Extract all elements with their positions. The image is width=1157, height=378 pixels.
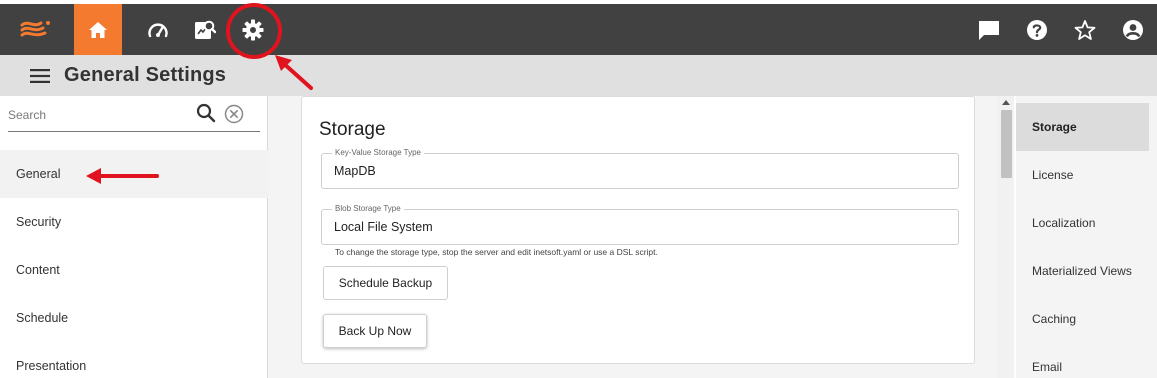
search-icon[interactable] — [195, 102, 217, 124]
page-title: General Settings — [64, 64, 227, 86]
field-value: Local File System — [334, 220, 433, 234]
sidebar-item-label: Schedule — [16, 311, 69, 325]
scroll-thumb[interactable] — [1001, 110, 1012, 178]
scrollbar[interactable] — [998, 96, 1014, 378]
blob-storage-field[interactable]: Blob Storage Type Local File System — [321, 204, 959, 245]
section-nav-materialized-views[interactable]: Materialized Views — [1016, 247, 1149, 295]
sidebar-item-label: Content — [16, 263, 60, 277]
sidebar-item-content[interactable]: Content — [0, 246, 268, 294]
search-box — [8, 98, 260, 132]
help-icon — [1027, 19, 1047, 40]
favorites-button[interactable] — [1061, 4, 1109, 55]
account-icon — [1123, 19, 1143, 40]
app-root: General Settings General Security Conten… — [0, 0, 1157, 378]
home-button[interactable] — [74, 4, 122, 55]
section-nav-label: Caching — [1032, 312, 1077, 326]
sidebar-item-schedule[interactable]: Schedule — [0, 294, 268, 342]
key-value-storage-field[interactable]: Key-Value Storage Type MapDB — [321, 148, 959, 189]
speedometer-icon — [148, 22, 168, 37]
section-nav: Storage License Localization Materialize… — [1016, 96, 1157, 378]
logo-icon[interactable] — [12, 4, 60, 55]
sidebar-item-general[interactable]: General — [0, 150, 268, 198]
field-label: Key-Value Storage Type — [332, 148, 424, 158]
field-label: Blob Storage Type — [332, 204, 404, 214]
chat-button[interactable] — [965, 4, 1013, 55]
settings-sidebar: General Security Content Schedule Presen… — [0, 96, 268, 378]
field-value: MapDB — [334, 164, 376, 178]
section-title: Storage — [319, 119, 386, 140]
search-input[interactable] — [8, 104, 188, 126]
main-content: Storage Key-Value Storage Type MapDB Blo… — [268, 96, 998, 378]
gear-icon — [242, 19, 264, 40]
monitor-icon — [195, 20, 216, 39]
section-nav-localization[interactable]: Localization — [1016, 199, 1149, 247]
section-nav-caching[interactable]: Caching — [1016, 295, 1149, 343]
storage-card: Storage Key-Value Storage Type MapDB Blo… — [301, 96, 975, 364]
top-toolbar — [0, 4, 1157, 55]
help-button[interactable] — [1013, 4, 1061, 55]
settings-button[interactable] — [229, 4, 277, 55]
schedule-backup-button[interactable]: Schedule Backup — [323, 266, 448, 300]
section-nav-label: License — [1032, 168, 1074, 182]
home-icon — [89, 21, 107, 38]
sidebar-item-label: Presentation — [16, 359, 87, 373]
account-button[interactable] — [1109, 4, 1157, 55]
section-nav-label: Localization — [1032, 216, 1096, 230]
sidebar-item-label: Security — [16, 215, 62, 229]
section-nav-license[interactable]: License — [1016, 151, 1149, 199]
hamburger-menu-icon[interactable] — [28, 65, 52, 87]
page-header: General Settings — [0, 55, 1157, 96]
sidebar-item-presentation[interactable]: Presentation — [0, 342, 268, 378]
section-nav-email[interactable]: Email — [1016, 343, 1149, 378]
storage-hint: To change the storage type, stop the ser… — [335, 247, 658, 257]
clear-search-icon[interactable] — [224, 104, 244, 124]
section-nav-label: Storage — [1032, 120, 1077, 134]
dashboard-button[interactable] — [134, 4, 182, 55]
back-up-now-button[interactable]: Back Up Now — [323, 314, 427, 348]
monitor-button[interactable] — [181, 4, 229, 55]
star-icon — [1074, 19, 1096, 40]
section-nav-label: Materialized Views — [1032, 264, 1132, 278]
section-nav-label: Email — [1032, 360, 1063, 374]
sidebar-item-label: General — [16, 167, 61, 181]
chat-icon — [979, 20, 999, 40]
scroll-up-arrow-icon[interactable] — [1002, 100, 1010, 105]
section-nav-storage[interactable]: Storage — [1016, 103, 1149, 151]
sidebar-item-security[interactable]: Security — [0, 198, 268, 246]
